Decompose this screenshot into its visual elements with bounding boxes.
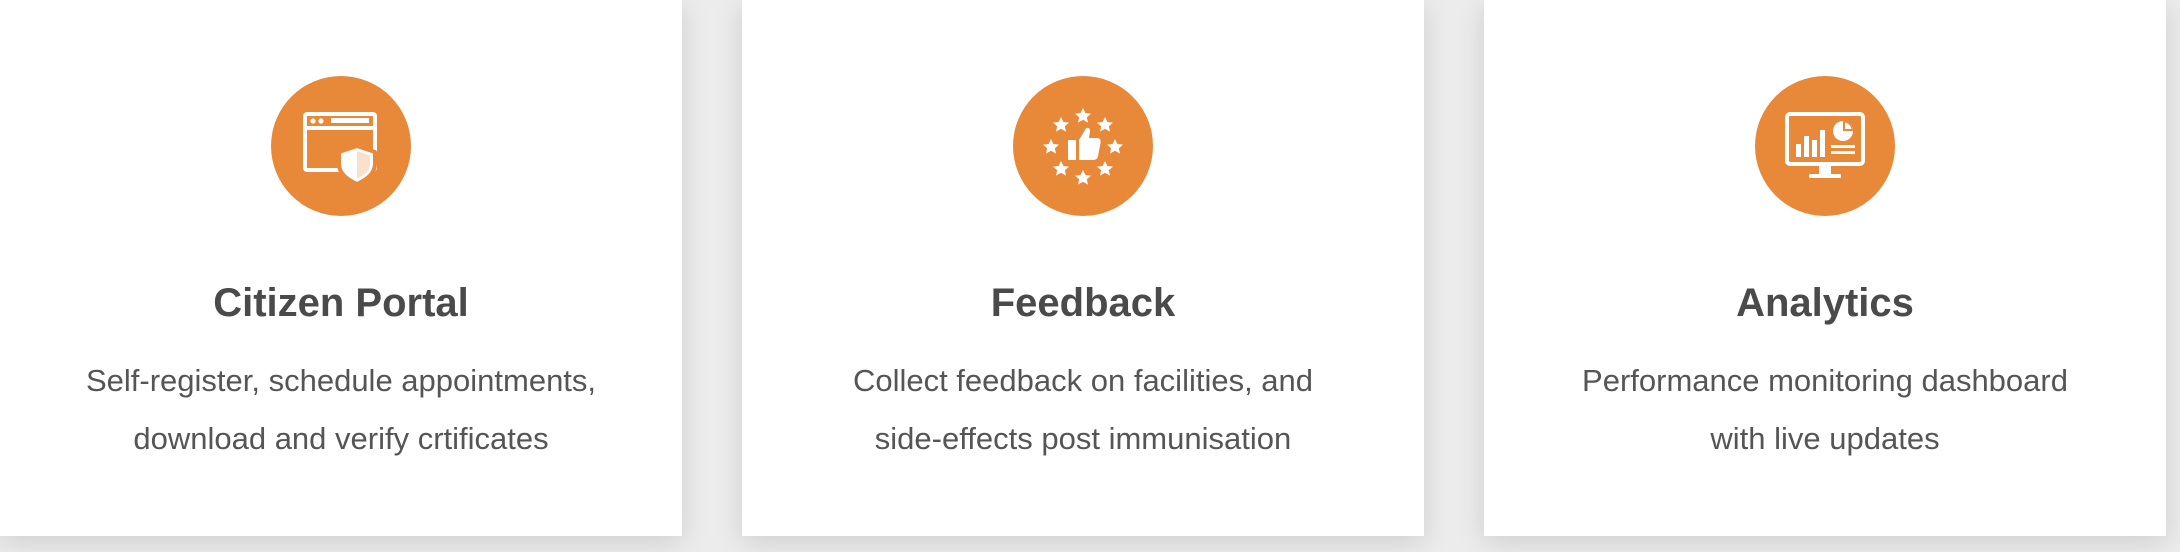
- feature-title: Citizen Portal: [213, 281, 469, 325]
- feature-description-line: with live updates: [1710, 421, 1940, 456]
- features-row: Citizen Portal Self-register, schedule a…: [0, 0, 2180, 552]
- feature-card-citizen-portal: Citizen Portal Self-register, schedule a…: [0, 0, 682, 536]
- feature-card-feedback: Feedback Collect feedback on facilities,…: [742, 0, 1424, 536]
- feature-description-line: Performance monitoring dashboard: [1582, 363, 2068, 398]
- feature-description-line: side-effects post immunisation: [874, 421, 1292, 456]
- thumbs-up-stars-icon: [1013, 76, 1153, 216]
- feature-description-line: Self-register, schedule appointments,: [85, 363, 597, 398]
- feature-card-analytics: Analytics Performance monitoring dashboa…: [1484, 0, 2166, 536]
- feature-title: Analytics: [1736, 281, 1914, 325]
- feature-description: Collect feedback on facilities, and side…: [782, 352, 1384, 468]
- feature-description: Self-register, schedule appointments, do…: [40, 352, 642, 468]
- monitor-analytics-icon: [1755, 76, 1895, 216]
- feature-description: Performance monitoring dashboard with li…: [1524, 352, 2126, 468]
- feature-title: Feedback: [990, 281, 1176, 325]
- browser-shield-icon: [271, 76, 411, 216]
- feature-description-line: Collect feedback on facilities, and: [852, 363, 1314, 398]
- feature-description-line: download and verify crtificates: [133, 421, 549, 456]
